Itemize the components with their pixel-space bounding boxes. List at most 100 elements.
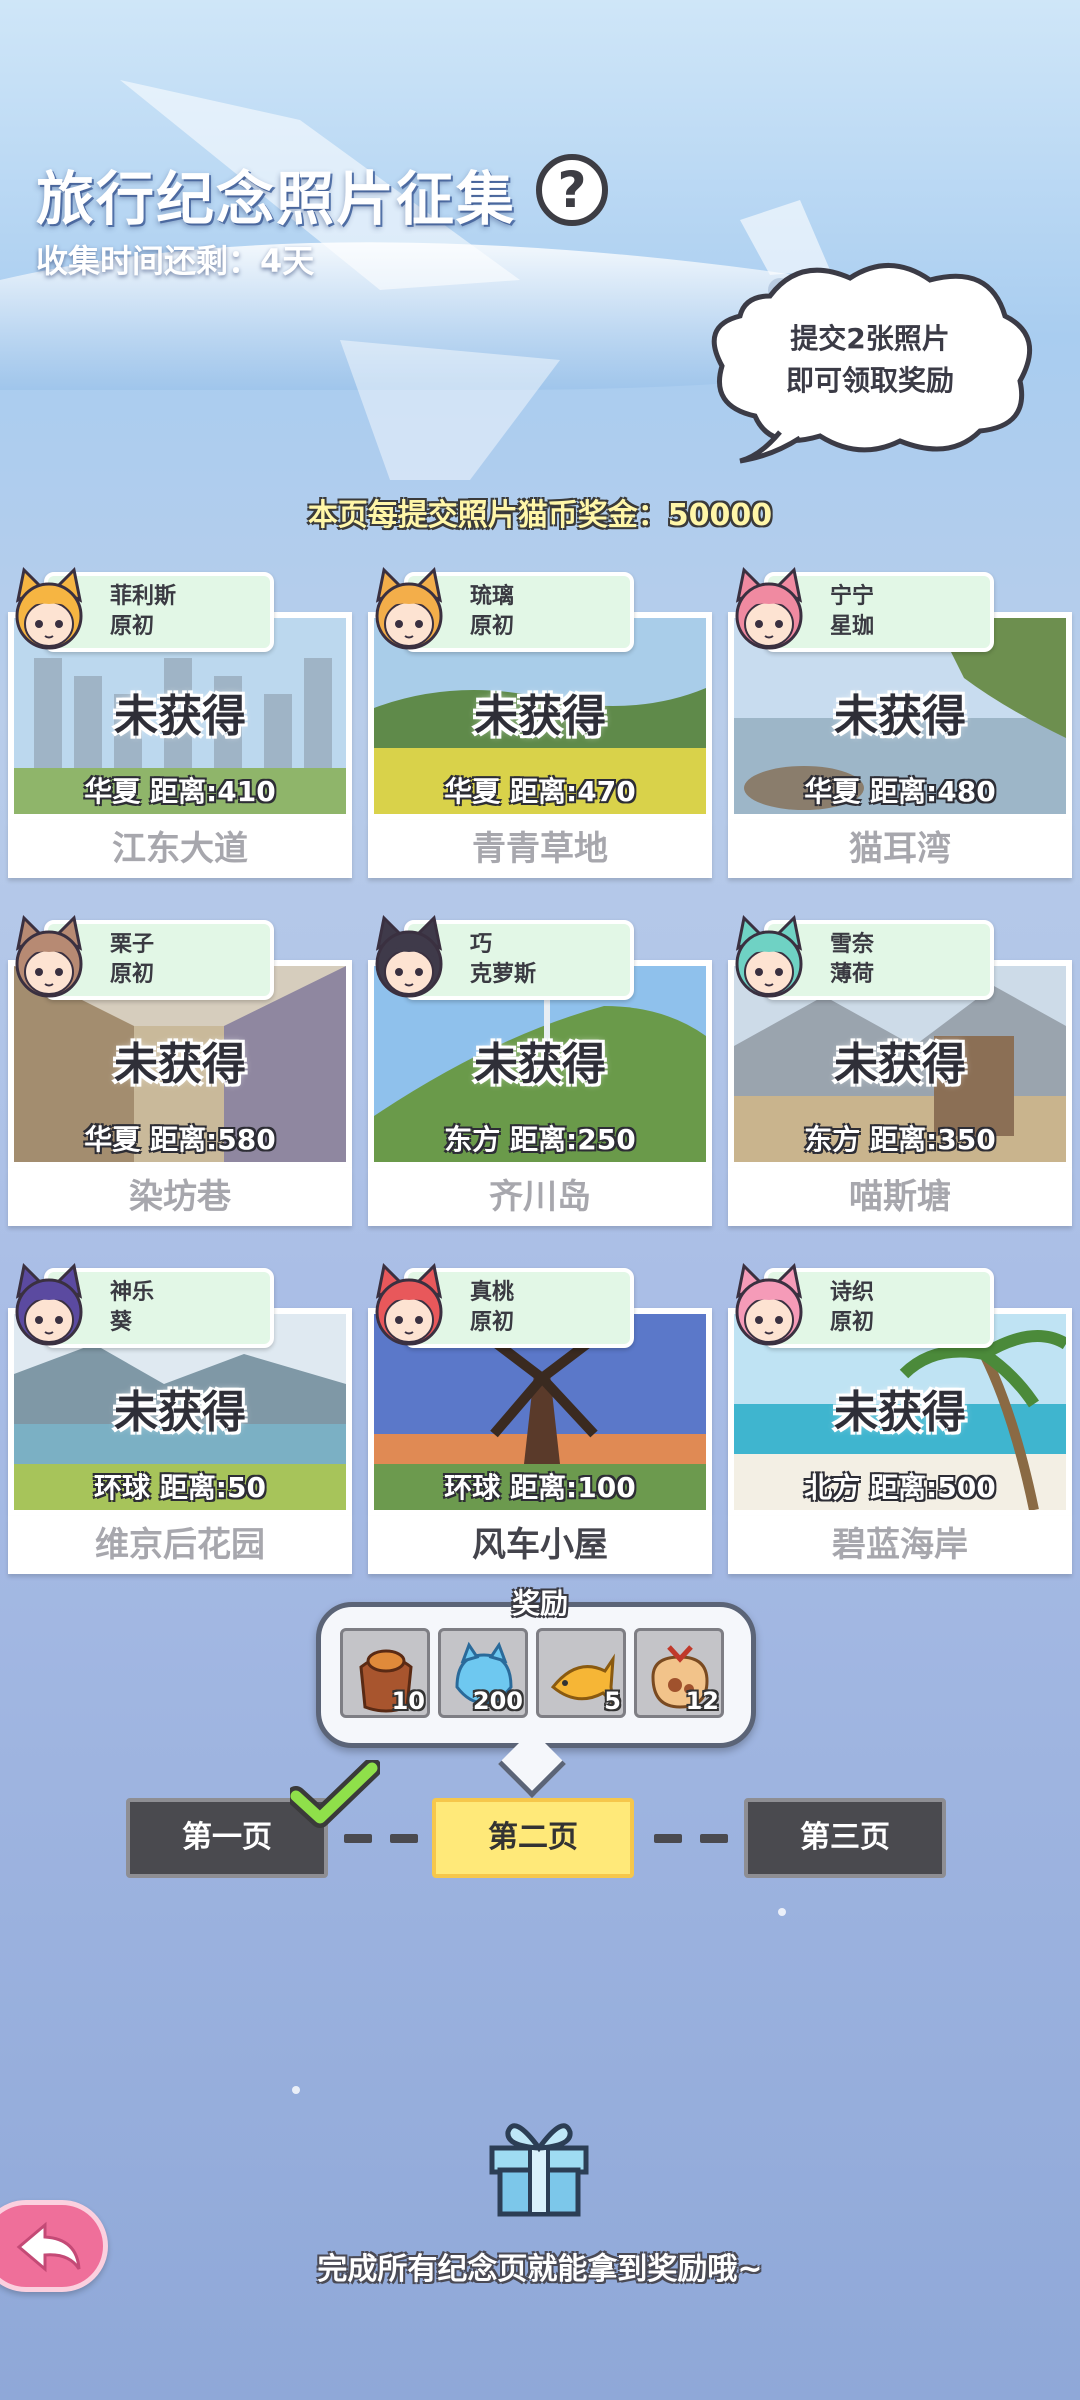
region-distance-label: 华夏 距离:470	[374, 770, 706, 810]
location-card[interactable]: 环球 距离:100 风车小屋 真桃 原初	[368, 1262, 712, 1574]
page-two-button[interactable]: 第二页	[432, 1798, 634, 1878]
sparkle	[778, 1908, 786, 1916]
location-card[interactable]: 未获得 华夏 距离:410 江东大道 菲利斯 原初	[8, 566, 352, 878]
location-card[interactable]: 未获得 东方 距离:350 喵斯塘 雪奈 薄荷	[728, 914, 1072, 1226]
character-name: 真桃	[470, 1280, 515, 1305]
region-label: 北方	[804, 1471, 861, 1504]
distance-label: 距离:480	[870, 775, 996, 808]
character-name: 宁宁	[830, 584, 875, 609]
distance-label: 距离:250	[510, 1123, 636, 1156]
distance-label: 距离:50	[159, 1471, 266, 1504]
countdown-text: 收集时间还剩：4天	[36, 242, 315, 280]
character-name: 菲利斯	[110, 584, 177, 609]
status-label: 未获得	[834, 691, 966, 742]
character-outfit: 星珈	[830, 614, 875, 639]
gift-icon[interactable]	[484, 2108, 594, 2218]
distance-label: 距离:100	[510, 1471, 636, 1504]
location-card[interactable]: 未获得 北方 距离:500 碧蓝海岸 诗织 原初	[728, 1262, 1072, 1574]
character-outfit: 葵	[110, 1310, 133, 1335]
character-avatar-icon	[15, 914, 83, 998]
location-name: 猫耳湾	[728, 820, 1072, 878]
reward-item[interactable]: 12	[634, 1628, 724, 1718]
location-name: 齐川岛	[368, 1168, 712, 1226]
page-connector	[700, 1834, 728, 1843]
reward-title: 奖励	[511, 1587, 568, 1620]
region-label: 东方	[804, 1123, 861, 1156]
bottom-tip: 完成所有纪念页就能拿到奖励哦~	[317, 2252, 763, 2287]
location-card[interactable]: 未获得 华夏 距离:580 染坊巷 栗子 原初	[8, 914, 352, 1226]
character-outfit: 原初	[110, 962, 155, 987]
region-label: 东方	[444, 1123, 501, 1156]
reward-item[interactable]: 10	[340, 1628, 430, 1718]
character-avatar-icon	[375, 914, 443, 998]
region-distance-label: 华夏 距离:480	[734, 770, 1066, 810]
region-label: 华夏	[84, 775, 141, 808]
reward-count: 200	[472, 1687, 523, 1715]
character-avatar-icon	[735, 914, 803, 998]
reward-item[interactable]: 200	[438, 1628, 528, 1718]
cloud-hint: 提交2张照片 即可领取奖励	[720, 318, 1020, 402]
location-card[interactable]: 未获得 华夏 距离:480 猫耳湾 宁宁 星珈	[728, 566, 1072, 878]
character-avatar-icon	[735, 566, 803, 650]
character-avatar-icon	[15, 1262, 83, 1346]
character-name: 栗子	[110, 932, 155, 957]
region-distance-label: 华夏 距离:580	[14, 1118, 346, 1158]
distance-label: 距离:350	[870, 1123, 996, 1156]
location-name: 染坊巷	[8, 1168, 352, 1226]
page-three-button[interactable]: 第三页	[744, 1798, 946, 1878]
status-label: 未获得	[474, 1039, 606, 1090]
region-label: 华夏	[804, 775, 861, 808]
character-avatar-icon	[735, 1262, 803, 1346]
reward-item[interactable]: 5	[536, 1628, 626, 1718]
region-label: 华夏	[84, 1123, 141, 1156]
location-grid: 未获得 华夏 距离:410 江东大道 菲利斯 原初 未获得 华夏 距离:470 …	[8, 566, 1072, 1574]
sparkle	[292, 2086, 300, 2094]
character-name: 诗织	[830, 1280, 875, 1305]
region-label: 华夏	[444, 775, 501, 808]
character-name: 神乐	[110, 1280, 155, 1305]
distance-label: 距离:500	[870, 1471, 996, 1504]
distance-label: 距离:470	[510, 775, 636, 808]
distance-label: 距离:580	[150, 1123, 276, 1156]
region-label: 环球	[94, 1471, 151, 1504]
character-outfit: 原初	[470, 1310, 515, 1335]
character-name: 雪奈	[830, 932, 875, 957]
status-label: 未获得	[114, 691, 246, 742]
page-connector	[390, 1834, 418, 1843]
location-card[interactable]: 未获得 华夏 距离:470 青青草地 琉璃 原初	[368, 566, 712, 878]
reward-count: 10	[391, 1687, 425, 1715]
cloud-hint-line1: 提交2张照片	[790, 322, 950, 355]
location-name: 江东大道	[8, 820, 352, 878]
character-avatar-icon	[15, 566, 83, 650]
status-label: 未获得	[474, 691, 606, 742]
status-label: 未获得	[834, 1039, 966, 1090]
location-card[interactable]: 未获得 东方 距离:250 齐川岛 巧 克萝斯	[368, 914, 712, 1226]
back-button[interactable]	[0, 2200, 108, 2292]
character-outfit: 原初	[110, 614, 155, 639]
character-outfit: 原初	[470, 614, 515, 639]
region-distance-label: 东方 距离:250	[374, 1118, 706, 1158]
character-name: 巧	[470, 932, 493, 957]
check-icon	[290, 1760, 380, 1828]
character-outfit: 薄荷	[830, 962, 875, 987]
region-label: 环球	[444, 1471, 501, 1504]
region-distance-label: 华夏 距离:410	[14, 770, 346, 810]
status-label: 未获得	[114, 1039, 246, 1090]
back-arrow-icon	[16, 2221, 81, 2273]
help-button[interactable]: ?	[536, 154, 608, 226]
region-distance-label: 环球 距离:100	[374, 1466, 706, 1506]
character-avatar-icon	[375, 566, 443, 650]
status-label: 未获得	[114, 1387, 246, 1438]
distance-label: 距离:410	[150, 775, 276, 808]
page-connector	[654, 1834, 682, 1843]
location-name: 碧蓝海岸	[728, 1516, 1072, 1574]
character-outfit: 克萝斯	[470, 962, 537, 987]
bonus-text: 本页每提交照片猫币奖金：50000	[307, 498, 773, 533]
character-avatar-icon	[375, 1262, 443, 1346]
location-name: 喵斯塘	[728, 1168, 1072, 1226]
location-card[interactable]: 未获得 环球 距离:50 维京后花园 神乐 葵	[8, 1262, 352, 1574]
page-connector	[344, 1834, 372, 1843]
reward-count: 12	[685, 1687, 719, 1715]
location-name: 维京后花园	[8, 1516, 352, 1574]
character-outfit: 原初	[830, 1310, 875, 1335]
